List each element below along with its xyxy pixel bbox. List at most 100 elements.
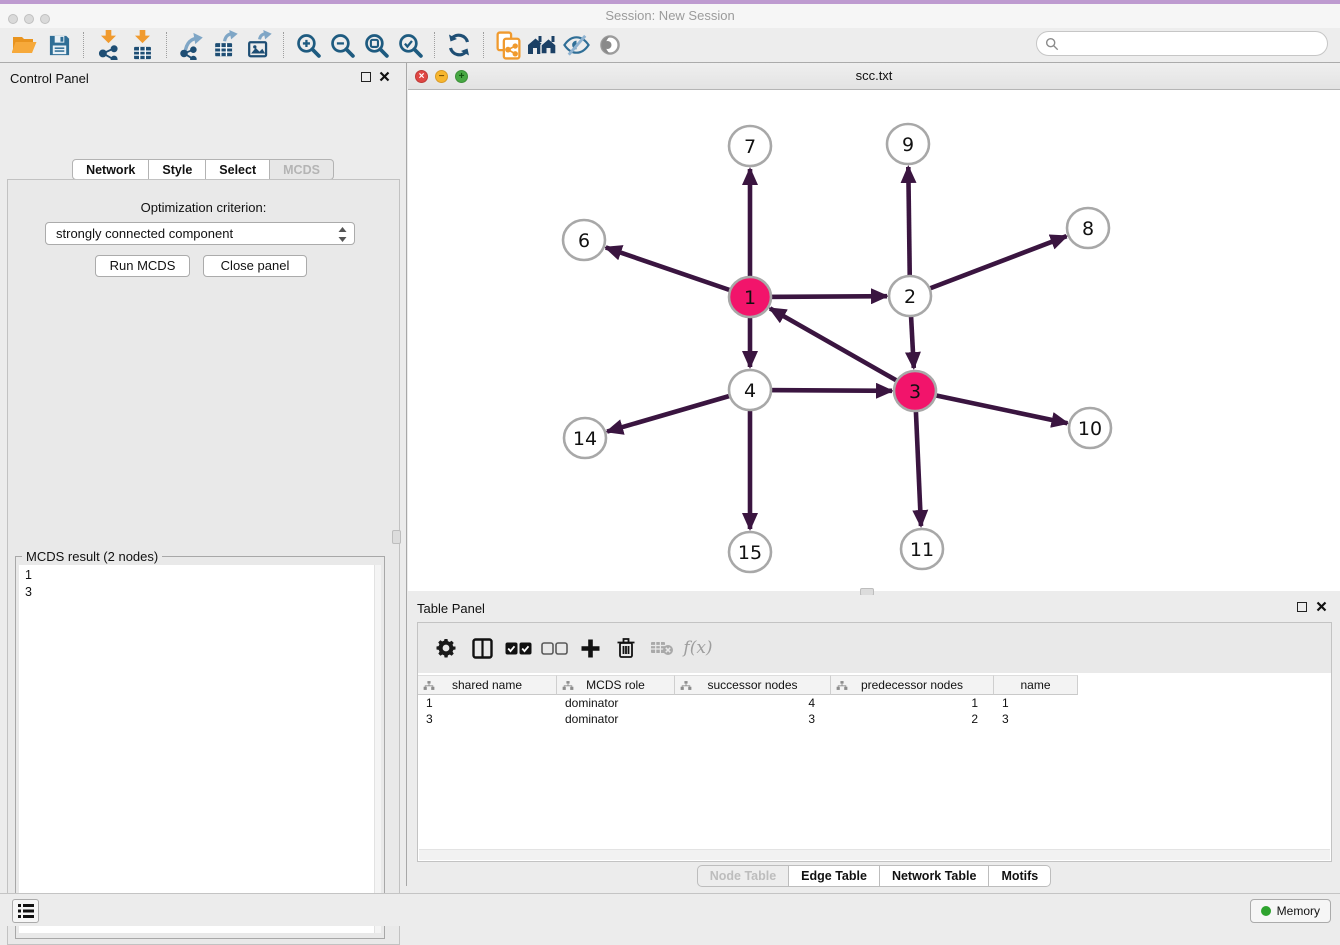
tab-node-table[interactable]: Node Table — [697, 865, 789, 887]
graph-edge-3-10[interactable] — [915, 391, 1067, 423]
table-settings-button[interactable] — [428, 630, 464, 666]
select-all-rows-button[interactable] — [500, 630, 536, 666]
table-cell[interactable]: 1 — [994, 695, 1078, 711]
import-table-button[interactable] — [125, 30, 159, 60]
column-header-predecessor-nodes[interactable]: predecessor nodes — [831, 675, 994, 695]
search-input[interactable] — [1059, 34, 1327, 54]
float-panel-icon[interactable] — [361, 72, 371, 82]
export-network-button[interactable] — [174, 30, 208, 60]
mcds-result-text[interactable]: 1 3 — [19, 565, 374, 933]
graph-node-9[interactable]: 9 — [887, 124, 929, 164]
graph-edge-3-1[interactable] — [770, 308, 915, 391]
graph-node-4[interactable]: 4 — [729, 370, 771, 410]
duplicate-network-button[interactable] — [491, 30, 525, 60]
column-header-shared-name[interactable]: shared name — [418, 675, 557, 695]
column-header-name[interactable]: name — [994, 675, 1078, 695]
zoom-selected-button[interactable] — [393, 30, 427, 60]
import-network-button[interactable] — [91, 30, 125, 60]
column-layout-button[interactable] — [464, 630, 500, 666]
add-column-button[interactable] — [572, 630, 608, 666]
delete-column-button[interactable] — [608, 630, 644, 666]
graph-node-14[interactable]: 14 — [564, 418, 606, 458]
table-cell[interactable]: 4 — [675, 695, 831, 711]
optimization-criterion-label: Optimization criterion: — [8, 200, 399, 215]
delete-table-button[interactable] — [644, 630, 680, 666]
table-row[interactable]: 3dominator323 — [418, 711, 1331, 727]
close-panel-button[interactable]: Close panel — [203, 255, 307, 277]
export-table-button[interactable] — [208, 30, 242, 60]
table-cell[interactable]: 1 — [831, 695, 994, 711]
open-session-button[interactable] — [8, 30, 42, 60]
table-cell[interactable]: dominator — [557, 711, 675, 727]
zoom-out-button[interactable] — [325, 30, 359, 60]
graph-edge-1-6[interactable] — [606, 247, 750, 297]
table-cell[interactable]: 2 — [831, 711, 994, 727]
table-cell[interactable]: dominator — [557, 695, 675, 711]
tab-edge-table[interactable]: Edge Table — [789, 865, 880, 887]
toggle-styles-button[interactable] — [559, 30, 593, 60]
network-canvas[interactable]: 7 9 6 8 1 2 4 3 14 10 15 11 — [408, 90, 1340, 591]
memory-status-icon — [1261, 906, 1271, 916]
zoom-window-button[interactable] — [40, 14, 50, 24]
float-table-panel-icon[interactable] — [1297, 602, 1307, 612]
graph-edge-4-14[interactable] — [607, 390, 750, 432]
graph-node-11[interactable]: 11 — [901, 529, 943, 569]
column-header-MCDS-role[interactable]: MCDS role — [557, 675, 675, 695]
control-panel: Control Panel NetworkStyleSelectMCDS Opt… — [0, 63, 407, 886]
network-titlebar: × − + scc.txt — [408, 63, 1340, 90]
search-field[interactable] — [1036, 31, 1328, 56]
tab-mcds[interactable]: MCDS — [270, 159, 334, 180]
close-panel-icon[interactable] — [379, 71, 390, 82]
graph-node-3[interactable]: 3 — [894, 371, 936, 411]
task-history-button[interactable] — [12, 899, 39, 923]
run-mcds-button[interactable]: Run MCDS — [95, 255, 190, 277]
tab-style[interactable]: Style — [149, 159, 206, 180]
toggle-visibility-button[interactable] — [593, 30, 627, 60]
export-image-button[interactable] — [242, 30, 276, 60]
vertical-splitter-handle[interactable] — [392, 530, 401, 544]
table-cell[interactable]: 1 — [418, 695, 557, 711]
table-horizontal-scrollbar[interactable] — [419, 849, 1330, 860]
window-controls[interactable] — [8, 11, 56, 29]
houses-icon — [526, 33, 558, 57]
graph-node-6[interactable]: 6 — [563, 220, 605, 260]
save-session-button[interactable] — [42, 30, 76, 60]
refresh-icon — [446, 32, 472, 58]
criterion-select[interactable]: strongly connected component — [45, 222, 355, 245]
table-cell[interactable]: 3 — [418, 711, 557, 727]
close-window-button[interactable] — [8, 14, 18, 24]
network-overview-button[interactable] — [525, 30, 559, 60]
close-view-button[interactable]: × — [415, 70, 428, 83]
graph-edge-2-8[interactable] — [910, 236, 1067, 296]
result-scrollbar[interactable] — [374, 565, 381, 933]
table-cell[interactable]: 3 — [994, 711, 1078, 727]
table-row[interactable]: 1dominator411 — [418, 695, 1331, 711]
graph-node-7[interactable]: 7 — [729, 126, 771, 166]
save-icon — [48, 34, 71, 57]
zoom-view-button[interactable]: + — [455, 70, 468, 83]
column-header-successor-nodes[interactable]: successor nodes — [675, 675, 831, 695]
graph-node-8[interactable]: 8 — [1067, 208, 1109, 248]
table-cell[interactable]: 3 — [675, 711, 831, 727]
memory-button[interactable]: Memory — [1250, 899, 1331, 923]
graph-node-15[interactable]: 15 — [729, 532, 771, 572]
zoom-in-button[interactable] — [291, 30, 325, 60]
graph-node-1[interactable]: 1 — [729, 277, 771, 317]
search-icon — [1045, 37, 1059, 51]
tab-select[interactable]: Select — [206, 159, 270, 180]
function-builder-button[interactable]: f(x) — [680, 630, 716, 666]
tab-network-table[interactable]: Network Table — [880, 865, 990, 887]
tab-network[interactable]: Network — [72, 159, 149, 180]
minimize-window-button[interactable] — [24, 14, 34, 24]
apply-layout-button[interactable] — [442, 30, 476, 60]
graph-node-2[interactable]: 2 — [889, 276, 931, 316]
zoom-fit-button[interactable] — [359, 30, 393, 60]
deselect-all-rows-button[interactable] — [536, 630, 572, 666]
close-table-panel-icon[interactable] — [1316, 601, 1327, 612]
status-bar: Memory — [0, 893, 1340, 926]
minimize-view-button[interactable]: − — [435, 70, 448, 83]
fx-icon: f(x) — [683, 638, 712, 658]
mcds-panel: Optimization criterion: strongly connect… — [7, 179, 400, 945]
tab-motifs[interactable]: Motifs — [989, 865, 1051, 887]
graph-node-10[interactable]: 10 — [1069, 408, 1111, 448]
